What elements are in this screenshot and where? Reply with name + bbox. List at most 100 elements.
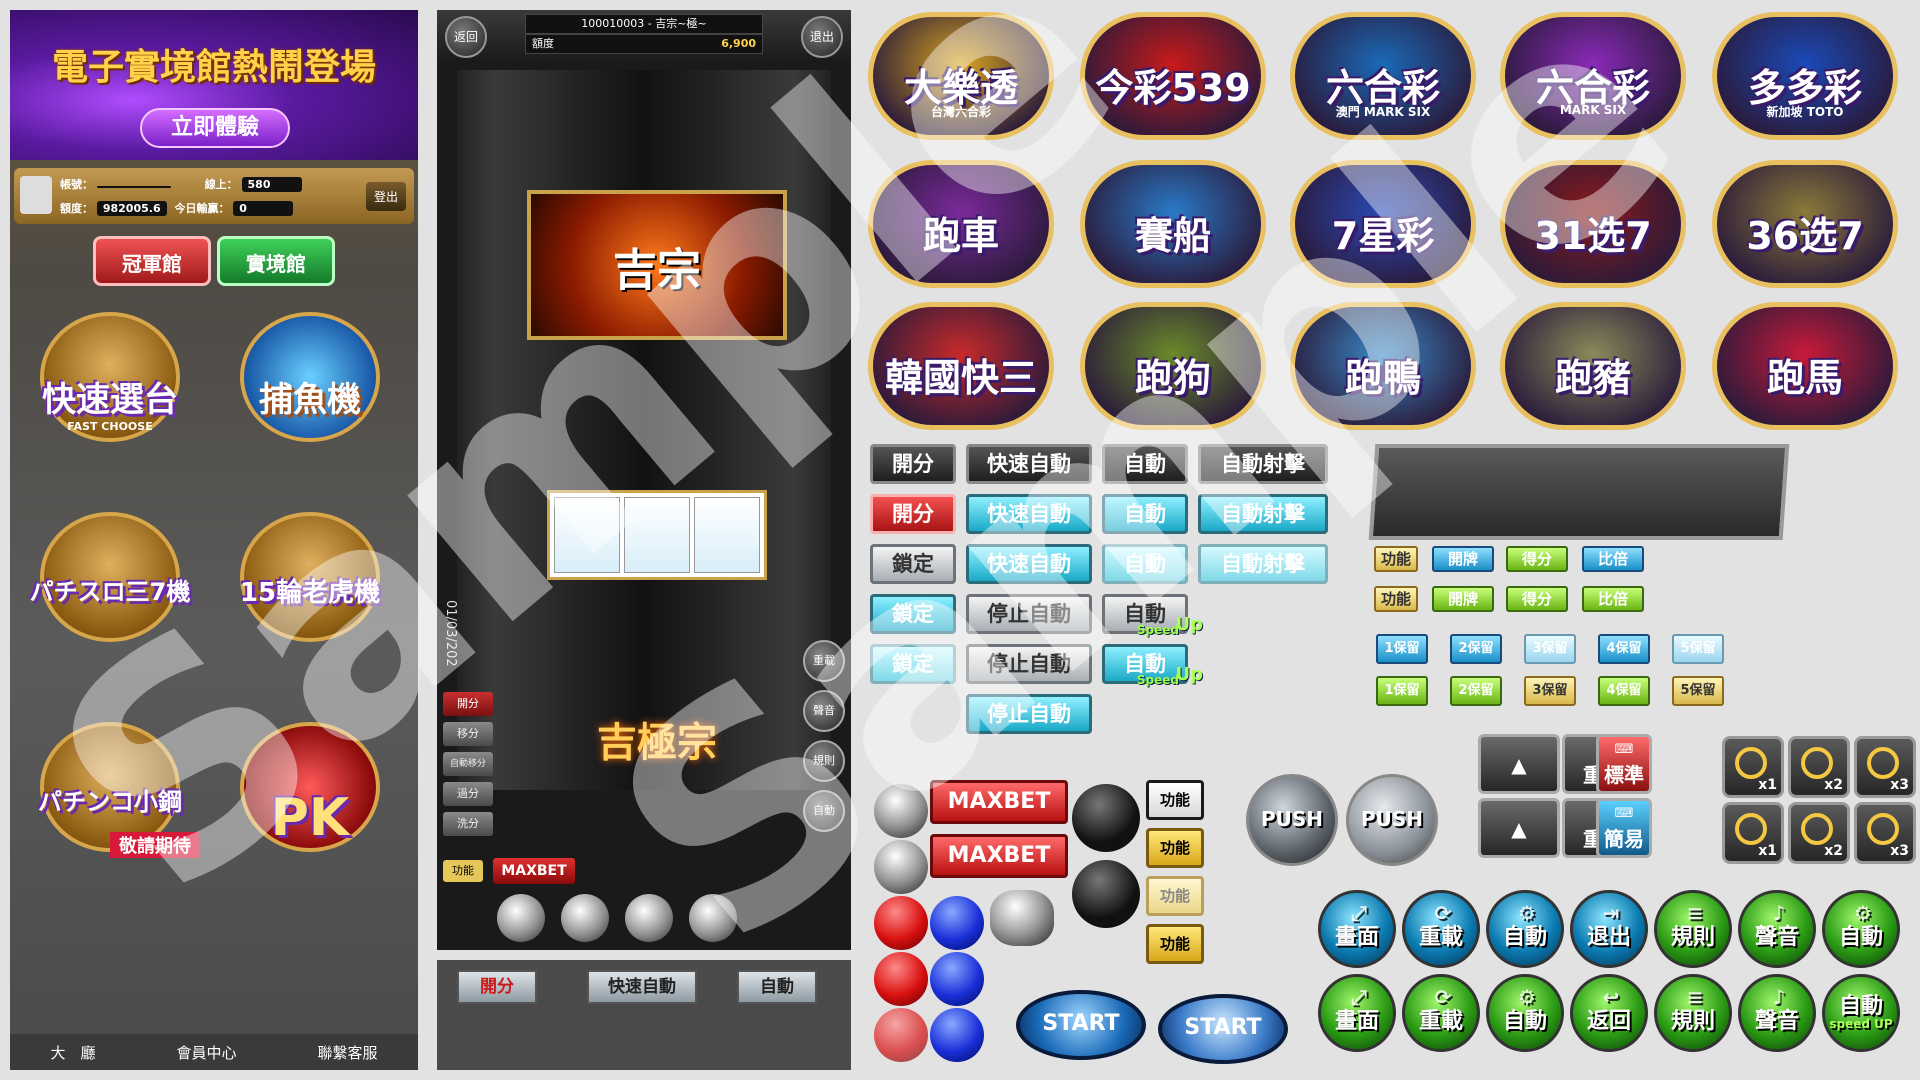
sound-button[interactable]: ♪ 聲音: [1738, 974, 1816, 1052]
function-button[interactable]: 功能: [1146, 780, 1204, 820]
function-button[interactable]: 功能: [1146, 924, 1204, 964]
auto-speed-up-button[interactable]: 自動 Speed Up: [1102, 644, 1203, 687]
lottery-icon[interactable]: 跑豬: [1500, 302, 1686, 430]
fast-auto-button[interactable]: 快速自動: [587, 970, 697, 1004]
lottery-icon[interactable]: 7星彩: [1290, 160, 1476, 288]
stop-auto-button[interactable]: 停止自動: [966, 694, 1092, 734]
nav-member-center[interactable]: 會員中心: [176, 1042, 236, 1063]
game-pachislot-777[interactable]: パチスロ三7機: [20, 482, 200, 652]
reload-button[interactable]: 重載: [803, 640, 845, 682]
hold-2-button[interactable]: 2保留: [1450, 634, 1502, 664]
auto-shoot-button[interactable]: 自動射擊: [1198, 444, 1328, 484]
joystick-icon[interactable]: [990, 890, 1054, 946]
blue-button[interactable]: [930, 952, 984, 1006]
auto-move-button[interactable]: 自動移分: [443, 752, 493, 776]
stop-button[interactable]: [497, 894, 545, 942]
function-button[interactable]: 功能: [1374, 586, 1418, 612]
open-score-button[interactable]: 開分: [443, 692, 493, 716]
fast-auto-button[interactable]: 快速自動: [966, 494, 1092, 534]
game-pachinko[interactable]: パチンコ小鋼 敬請期待: [20, 692, 200, 862]
silver-knob[interactable]: [874, 784, 928, 838]
lottery-icon[interactable]: 韓國快三: [868, 302, 1054, 430]
game-15-reel-slot[interactable]: 15輪老虎機: [220, 482, 400, 652]
red-button[interactable]: [874, 896, 928, 950]
blue-button[interactable]: [930, 1008, 984, 1062]
up-arrow-button[interactable]: ▲: [1478, 734, 1560, 794]
exit-button[interactable]: ⇥ 退出: [1570, 890, 1648, 968]
lottery-icon[interactable]: 六合彩 MARK SIX: [1500, 12, 1686, 140]
reload-button[interactable]: ⟳重載: [1402, 890, 1480, 968]
start-button[interactable]: START: [1158, 994, 1288, 1064]
function-button[interactable]: 功能: [1146, 876, 1204, 916]
back-button[interactable]: ↩ 返回: [1570, 974, 1648, 1052]
zoom-in-icon[interactable]: x2: [1788, 802, 1850, 864]
deal-button[interactable]: 開牌: [1432, 586, 1494, 612]
auto-button[interactable]: 自動: [1102, 494, 1188, 534]
game-fast-choose[interactable]: 快速選台 FAST CHOOSE: [20, 282, 200, 452]
fast-auto-button[interactable]: 快速自動: [966, 444, 1092, 484]
lottery-icon[interactable]: 跑鴨: [1290, 302, 1476, 430]
auto-button[interactable]: 自動: [737, 970, 817, 1004]
back-button[interactable]: 返回: [445, 16, 487, 58]
zoom-out-icon[interactable]: x3: [1854, 736, 1916, 798]
lock-button[interactable]: 鎖定: [870, 544, 956, 584]
auto-button[interactable]: ⚙ 自動: [1486, 974, 1564, 1052]
reload-button[interactable]: ⟳重載: [1402, 974, 1480, 1052]
score-button[interactable]: 得分: [1506, 586, 1568, 612]
deal-button[interactable]: 開牌: [1432, 546, 1494, 572]
rules-button[interactable]: ≡ 規則: [1654, 890, 1732, 968]
lottery-icon[interactable]: 賽船: [1080, 160, 1266, 288]
lottery-icon[interactable]: 多多彩 新加坡 TOTO: [1712, 12, 1898, 140]
promo-banner[interactable]: 電子實境館熱鬧登場 立即體驗: [10, 10, 418, 160]
function-button[interactable]: 功能: [1146, 828, 1204, 868]
stop-auto-button[interactable]: 停止自動: [966, 644, 1092, 684]
open-score-button[interactable]: 開分: [870, 494, 956, 534]
pass-button[interactable]: 過分: [443, 782, 493, 806]
silver-knob[interactable]: [874, 840, 928, 894]
stop-button[interactable]: [561, 894, 609, 942]
auto-button[interactable]: 自動: [1102, 544, 1188, 584]
auto-speed-up-button[interactable]: 自動 Speed Up: [1102, 594, 1203, 637]
screen-button[interactable]: ⤢ 畫面: [1318, 890, 1396, 968]
lottery-icon[interactable]: 跑馬: [1712, 302, 1898, 430]
move-score-button[interactable]: 移分: [443, 722, 493, 746]
lock-button[interactable]: 鎖定: [870, 594, 956, 634]
auto-button[interactable]: ⚙ 自動: [1822, 890, 1900, 968]
simple-button[interactable]: ⌨ 簡易: [1596, 798, 1652, 858]
hold-5-button[interactable]: 5保留: [1672, 634, 1724, 664]
rules-button[interactable]: ≡ 規則: [1654, 974, 1732, 1052]
zoom-in-icon[interactable]: x2: [1788, 736, 1850, 798]
black-knob[interactable]: [1072, 860, 1140, 928]
stop-button[interactable]: [689, 894, 737, 942]
function-button[interactable]: 功能: [443, 860, 483, 882]
hold-1-button[interactable]: 1保留: [1376, 676, 1428, 706]
exit-button[interactable]: 退出: [801, 16, 843, 58]
maxbet-button[interactable]: MAXBET: [930, 834, 1068, 878]
lottery-icon[interactable]: 跑車: [868, 160, 1054, 288]
maxbet-button[interactable]: MAXBET: [493, 858, 575, 884]
fast-auto-button[interactable]: 快速自動: [966, 544, 1092, 584]
sound-button[interactable]: 聲音: [803, 690, 845, 732]
push-button[interactable]: PUSH: [1246, 774, 1338, 866]
black-knob[interactable]: [1072, 784, 1140, 852]
tab-champion-hall[interactable]: 冠軍館: [93, 236, 211, 286]
auto-shoot-button[interactable]: 自動射擊: [1198, 494, 1328, 534]
red-button[interactable]: [874, 1008, 928, 1062]
try-now-button[interactable]: 立即體驗: [140, 108, 290, 148]
lock-button[interactable]: 鎖定: [870, 644, 956, 684]
stop-button[interactable]: [625, 894, 673, 942]
up-arrow-button[interactable]: ▲: [1478, 798, 1560, 858]
hold-4-button[interactable]: 4保留: [1598, 634, 1650, 664]
stop-auto-button[interactable]: 停止自動: [966, 594, 1092, 634]
wash-score-button[interactable]: 洗分: [443, 812, 493, 836]
nav-lobby[interactable]: 大 廳: [50, 1042, 95, 1063]
auto-button[interactable]: ⚙ 自動: [1486, 890, 1564, 968]
hold-4-button[interactable]: 4保留: [1598, 676, 1650, 706]
nav-contact-support[interactable]: 聯繫客服: [317, 1042, 377, 1063]
hold-1-button[interactable]: 1保留: [1376, 634, 1428, 664]
auto-speed-up-button[interactable]: 自動 speed UP: [1822, 974, 1900, 1052]
function-button[interactable]: 功能: [1374, 546, 1418, 572]
tab-live-hall[interactable]: 實境館: [217, 236, 335, 286]
lottery-icon[interactable]: 跑狗: [1080, 302, 1266, 430]
double-button[interactable]: 比倍: [1582, 586, 1644, 612]
